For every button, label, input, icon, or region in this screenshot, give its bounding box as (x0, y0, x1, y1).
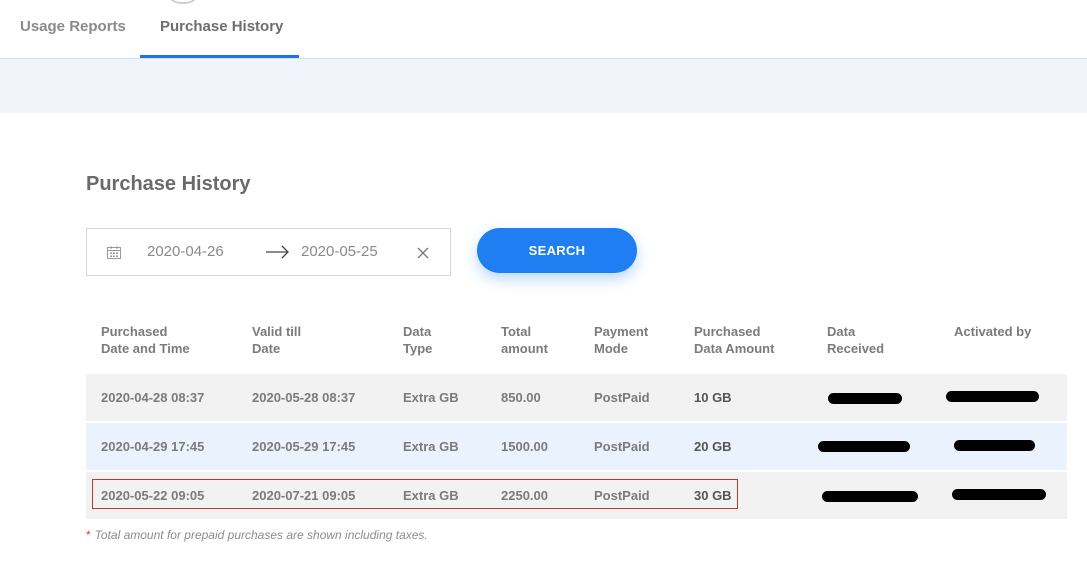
header-line: Activated by (954, 324, 1032, 339)
end-date-input[interactable]: 2020-05-25 (301, 243, 378, 260)
column-header-data-received: Data Received (827, 323, 884, 357)
redacted-activated-by (946, 391, 1039, 402)
close-icon[interactable] (417, 247, 429, 259)
tab-usage-reports[interactable]: Usage Reports (20, 18, 126, 35)
header-band (0, 59, 1087, 113)
redacted-data-received (818, 441, 910, 452)
search-button[interactable]: SEARCH (477, 228, 637, 273)
redacted-activated-by (954, 440, 1035, 451)
column-header-total-amount: Total amount (501, 323, 548, 357)
column-header-purchased-date: Purchased Date and Time (101, 323, 190, 357)
cell-amount: 850.00 (501, 390, 541, 405)
header-line: Date and Time (101, 341, 190, 356)
header-line: Data (827, 324, 856, 339)
column-header-data-amount: Purchased Data Amount (694, 323, 774, 357)
header-line: Mode (594, 341, 628, 356)
cell-type: Extra GB (403, 390, 459, 405)
cell-purchased: 2020-04-29 17:45 (101, 439, 205, 454)
tab-purchase-history[interactable]: Purchase History (160, 18, 283, 35)
header-line: Date (252, 341, 281, 356)
active-tab-indicator (140, 55, 299, 58)
table-row: 2020-04-29 17:45 2020-05-29 17:45 Extra … (86, 423, 1067, 470)
redacted-data-received (828, 393, 902, 404)
table-row: 2020-04-28 08:37 2020-05-28 08:37 Extra … (86, 374, 1067, 421)
calendar-icon (107, 246, 121, 259)
cell-amount: 1500.00 (501, 439, 548, 454)
header-line: Purchased (694, 324, 761, 339)
cell-data-amount: 10 GB (694, 390, 732, 405)
cell-mode: PostPaid (594, 439, 650, 454)
date-range-picker[interactable]: 2020-04-26 2020-05-25 (86, 228, 451, 276)
redacted-activated-by (952, 489, 1046, 500)
highlight-box (92, 479, 738, 509)
column-header-data-type: Data Type (403, 323, 432, 357)
header-line: Data (403, 324, 432, 339)
header-line: Purchased (101, 324, 168, 339)
redacted-data-received (822, 491, 918, 502)
tab-bar: Usage Reports Purchase History (0, 0, 1087, 59)
cell-data-amount: 20 GB (694, 439, 732, 454)
cell-type: Extra GB (403, 439, 459, 454)
cell-purchased: 2020-04-28 08:37 (101, 390, 205, 405)
header-line: Received (827, 341, 885, 356)
column-header-payment-mode: Payment Mode (594, 323, 648, 357)
header-line: Payment (594, 324, 649, 339)
header-line: amount (501, 341, 548, 356)
arrow-right-icon (266, 245, 289, 259)
header-line: Valid till (252, 324, 302, 339)
column-header-activated-by: Activated by (954, 323, 1031, 340)
start-date-input[interactable]: 2020-04-26 (147, 243, 224, 260)
cell-valid-till: 2020-05-28 08:37 (252, 390, 356, 405)
header-line: Type (403, 341, 433, 356)
cell-valid-till: 2020-05-29 17:45 (252, 439, 356, 454)
footnote-text: Total amount for prepaid purchases are s… (94, 528, 428, 542)
footnote-asterisk: * (86, 528, 91, 542)
column-header-valid-till: Valid till Date (252, 323, 301, 357)
tax-footnote: * Total amount for prepaid purchases are … (86, 528, 428, 542)
header-line: Total (501, 324, 532, 339)
decorative-arc (170, 0, 196, 4)
header-line: Data Amount (694, 341, 775, 356)
cell-mode: PostPaid (594, 390, 650, 405)
page-title: Purchase History (86, 173, 251, 195)
